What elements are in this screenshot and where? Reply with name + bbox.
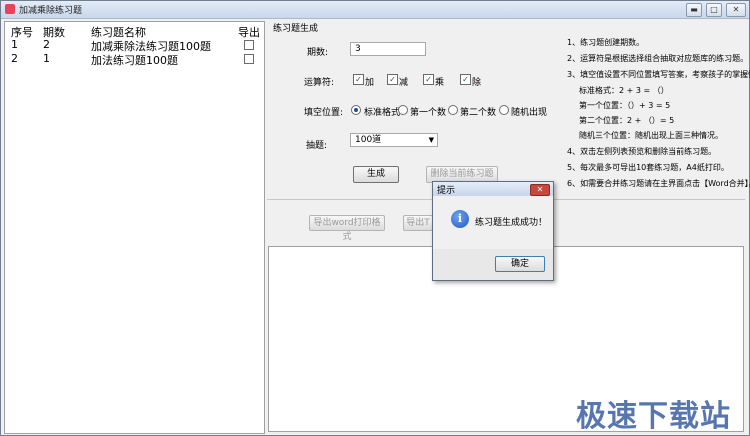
row-1-issue[interactable]: 2 xyxy=(43,38,50,51)
help-line-10: 6、如需要合并练习题请在主界面点击【Word合并】。 xyxy=(567,179,750,188)
window-title: 加减乘除练习题 xyxy=(19,6,83,16)
fill-position-label: 填空位置: xyxy=(304,108,344,118)
op-div-label: 除 xyxy=(472,78,482,88)
pos-random-label: 随机出现 xyxy=(511,108,548,118)
op-div-checkbox[interactable]: ✓ xyxy=(460,74,471,85)
pos-standard-label: 标准格式 xyxy=(364,108,401,118)
draw-label: 抽题: xyxy=(306,141,328,151)
col-header-export[interactable]: 导出 xyxy=(238,24,260,40)
issue-input[interactable]: 3 xyxy=(350,42,426,56)
pos-random-radio[interactable] xyxy=(499,105,509,115)
pos-first-label: 第一个数 xyxy=(410,108,447,118)
help-line-5: 第一个位置：（）+ 3 = 5 xyxy=(579,101,671,110)
pos-standard-radio[interactable] xyxy=(351,105,361,115)
op-add-checkbox[interactable]: ✓ xyxy=(353,74,364,85)
close-button[interactable]: ✕ xyxy=(726,3,746,17)
watermark-logo: 极速下载站 xyxy=(576,399,731,434)
operator-label: 运算符: xyxy=(304,78,335,88)
row-1-index[interactable]: 1 xyxy=(11,38,18,51)
help-line-2: 2、运算符是根据选择组合抽取对应题库的练习题。 xyxy=(567,54,749,63)
chevron-down-icon: ▼ xyxy=(428,136,434,144)
help-line-6: 第二个位置：2 + （）= 5 xyxy=(579,116,675,125)
draw-select[interactable]: 100道 ▼ xyxy=(350,133,438,147)
dialog-title: 提示 xyxy=(437,186,456,196)
dialog-close-button[interactable]: ✕ xyxy=(530,184,550,196)
help-line-3: 3、填空值设置不同位置填写答案，考察孩子的掌握情况 xyxy=(567,70,750,79)
help-line-8: 4、双击左侧列表预览和删除当前练习题。 xyxy=(567,147,717,156)
ok-button[interactable]: 确定 xyxy=(495,256,545,272)
draw-select-value: 100道 xyxy=(355,135,382,145)
maximize-button[interactable]: □ xyxy=(706,3,722,17)
info-icon: i xyxy=(451,210,469,228)
title-bar: 加减乘除练习题 ▬ □ ✕ xyxy=(1,1,749,19)
help-line-7: 随机三个位置：随机出现上面三种情况。 xyxy=(579,131,723,140)
op-add-label: 加 xyxy=(365,78,375,88)
pos-first-radio[interactable] xyxy=(398,105,408,115)
minimize-button[interactable]: ▬ xyxy=(686,3,702,17)
main-window: 加减乘除练习题 ▬ □ ✕ 序号 期数 练习题名称 导出 1 2 加减乘除法练习… xyxy=(0,0,750,436)
row-2-issue[interactable]: 1 xyxy=(43,52,50,65)
dialog-title-bar: 提示 ✕ xyxy=(433,182,553,196)
row-2-index[interactable]: 2 xyxy=(11,52,18,65)
op-sub-label: 减 xyxy=(399,78,409,88)
pos-second-label: 第二个数 xyxy=(460,108,497,118)
success-dialog: 提示 ✕ i 练习题生成成功！ 确定 xyxy=(432,181,554,281)
generate-button[interactable]: 生成 xyxy=(353,166,399,183)
row-2-export-checkbox[interactable] xyxy=(244,54,254,64)
help-line-4: 标准格式：2 + 3 = （） xyxy=(579,86,669,95)
help-line-1: 1、练习题创建期数。 xyxy=(567,38,645,47)
pos-second-radio[interactable] xyxy=(448,105,458,115)
row-2-name[interactable]: 加法练习题100题 xyxy=(91,52,178,68)
export-other-button[interactable]: 导出T xyxy=(403,215,433,231)
app-icon xyxy=(5,4,15,14)
exercise-list[interactable]: 序号 期数 练习题名称 导出 1 2 加减乘除法练习题100题 2 1 加法练习… xyxy=(4,21,265,434)
generator-group-title: 练习题生成 xyxy=(273,24,319,34)
op-sub-checkbox[interactable]: ✓ xyxy=(387,74,398,85)
export-word-button[interactable]: 导出word打印格式 xyxy=(309,215,385,242)
op-mul-checkbox[interactable]: ✓ xyxy=(423,74,434,85)
op-mul-label: 乘 xyxy=(435,78,445,88)
issue-label: 期数: xyxy=(307,48,329,58)
dialog-message: 练习题生成成功！ xyxy=(475,218,548,228)
row-1-export-checkbox[interactable] xyxy=(244,40,254,50)
help-line-9: 5、每次最多可导出10套练习题，A4纸打印。 xyxy=(567,163,729,172)
scroll-up-icon[interactable] xyxy=(727,249,741,263)
